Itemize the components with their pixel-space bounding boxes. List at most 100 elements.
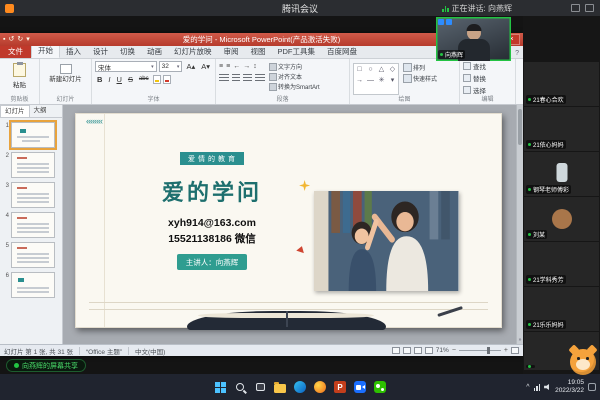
- notification-center-icon[interactable]: [588, 383, 596, 391]
- new-slide-icon[interactable]: [60, 64, 72, 74]
- scrollbar-thumb[interactable]: [518, 109, 522, 145]
- grow-font-icon[interactable]: A▴: [184, 61, 197, 72]
- participant-tile[interactable]: 钢琴老师傅彩: [524, 152, 599, 196]
- zoom-in-icon[interactable]: +: [504, 347, 508, 355]
- italic-button[interactable]: I: [106, 74, 112, 85]
- decrease-indent-icon[interactable]: ←: [233, 62, 240, 71]
- participant-tile[interactable]: 21春心合欢: [524, 62, 599, 106]
- normal-view-icon[interactable]: [392, 347, 400, 354]
- slide-photo[interactable]: [314, 191, 459, 291]
- slide-sorter-view-icon[interactable]: [403, 347, 411, 354]
- tab-animations[interactable]: 动画: [141, 46, 168, 58]
- fit-to-window-icon[interactable]: [511, 347, 519, 354]
- tab-slideshow[interactable]: 幻灯片放映: [168, 46, 218, 58]
- paste-label[interactable]: 粘贴: [13, 79, 26, 89]
- undo-icon[interactable]: ↺: [8, 33, 14, 46]
- more-shapes-icon[interactable]: ▾: [387, 75, 398, 86]
- increase-indent-icon[interactable]: →: [243, 62, 250, 71]
- rectangle-shape-icon[interactable]: □: [354, 64, 365, 75]
- ellipse-shape-icon[interactable]: ○: [365, 64, 376, 75]
- slide-thumbnail-1[interactable]: [11, 122, 55, 148]
- layout-switch-icon[interactable]: [571, 4, 580, 12]
- tab-design[interactable]: 设计: [87, 46, 114, 58]
- participant-tile[interactable]: 向燕辉: [436, 17, 511, 61]
- participant-tile[interactable]: 21依心妈妈: [524, 107, 599, 151]
- network-icon[interactable]: [534, 383, 541, 391]
- tab-view[interactable]: 视图: [245, 46, 272, 58]
- meeting-app-icon[interactable]: [353, 380, 367, 394]
- font-size-combo[interactable]: 32 ▾: [159, 61, 183, 72]
- numbering-icon[interactable]: ≡: [226, 62, 230, 71]
- align-left-icon[interactable]: [219, 74, 229, 81]
- speaker-icon[interactable]: [544, 384, 551, 390]
- diamond-shape-icon[interactable]: ◇: [387, 64, 398, 75]
- slide-tag[interactable]: 爱情的教育: [180, 152, 244, 165]
- slide-title[interactable]: 爱的学问: [110, 175, 314, 207]
- highlight-color-button[interactable]: [153, 75, 161, 84]
- clear-format-button[interactable]: abc: [137, 74, 151, 85]
- shrink-font-icon[interactable]: A▾: [199, 61, 212, 72]
- tray-expand-icon[interactable]: ^: [526, 384, 529, 391]
- file-explorer-icon[interactable]: [273, 380, 287, 394]
- underline-button[interactable]: U: [115, 74, 124, 85]
- search-button[interactable]: [233, 380, 247, 394]
- font-color-button[interactable]: [163, 75, 171, 84]
- speaker-name-pill[interactable]: 主讲人：向燕辉: [177, 254, 248, 270]
- zoom-out-icon[interactable]: −: [452, 347, 456, 355]
- align-right-icon[interactable]: [243, 74, 252, 81]
- tab-baidu-pan[interactable]: 百度网盘: [321, 46, 363, 58]
- qat-dropdown-icon[interactable]: ▾: [26, 33, 30, 46]
- slideshow-view-icon[interactable]: [425, 347, 433, 354]
- tab-review[interactable]: 审阅: [218, 46, 245, 58]
- tab-transitions[interactable]: 切换: [114, 46, 141, 58]
- line-shape-icon[interactable]: —: [365, 75, 376, 86]
- slide[interactable]: «««« 爱情的教育 爱的学问 xyh914@163.com 155211381…: [75, 113, 502, 328]
- shapes-gallery[interactable]: □ ○ △ ◇ → — ✳ ▾: [353, 63, 399, 95]
- clock[interactable]: 19:05 2022/3/22: [555, 379, 584, 395]
- slide-email[interactable]: xyh914@163.com: [110, 217, 314, 229]
- zoom-slider-knob[interactable]: [487, 347, 490, 354]
- fullscreen-icon[interactable]: [585, 4, 594, 12]
- tab-slides-pane[interactable]: 幻灯片: [0, 105, 30, 117]
- edge-browser-icon[interactable]: [293, 380, 307, 394]
- browser-icon[interactable]: [313, 380, 327, 394]
- font-name-combo[interactable]: 宋体 ▾: [95, 61, 157, 72]
- strikethrough-button[interactable]: S: [126, 74, 135, 85]
- task-view-button[interactable]: [253, 380, 267, 394]
- quick-styles-button[interactable]: 快速样式: [403, 74, 437, 83]
- replace-button[interactable]: 替换: [463, 73, 512, 83]
- justify-icon[interactable]: [255, 74, 265, 81]
- slide-thumbnail-3[interactable]: [11, 182, 55, 208]
- participant-tile[interactable]: 21学科秀芳: [524, 242, 599, 286]
- triangle-shape-icon[interactable]: △: [376, 64, 387, 75]
- save-icon[interactable]: ▪: [3, 33, 5, 46]
- tab-home[interactable]: 开始: [31, 44, 60, 58]
- tab-file[interactable]: 文件: [0, 46, 31, 58]
- new-slide-label[interactable]: 新建幻灯片: [49, 76, 82, 83]
- paste-icon[interactable]: [13, 63, 26, 77]
- powerpoint-app-icon[interactable]: P: [333, 380, 347, 394]
- tab-insert[interactable]: 插入: [60, 46, 87, 58]
- tab-outline-pane[interactable]: 大纲: [30, 105, 51, 117]
- text-direction-button[interactable]: 文字方向: [269, 62, 320, 71]
- bold-button[interactable]: B: [95, 74, 104, 85]
- slide-phone[interactable]: 15521138186 微信: [110, 231, 314, 246]
- align-text-button[interactable]: 对齐文本: [269, 72, 320, 81]
- help-icon[interactable]: ?: [515, 50, 519, 58]
- zoom-slider[interactable]: [459, 350, 501, 351]
- participant-tile[interactable]: 21乐乐妈妈: [524, 287, 599, 331]
- reading-view-icon[interactable]: [414, 347, 422, 354]
- redo-icon[interactable]: ↻: [17, 33, 23, 46]
- start-button[interactable]: [213, 380, 227, 394]
- zoom-level[interactable]: 71%: [436, 347, 449, 354]
- language-indicator[interactable]: 中文(中国): [135, 346, 165, 356]
- arrow-shape-icon[interactable]: →: [354, 75, 365, 86]
- star-shape-icon[interactable]: ✳: [376, 75, 387, 86]
- convert-smartart-button[interactable]: 转换为SmartArt: [269, 82, 320, 91]
- slide-thumbnail-5[interactable]: [11, 242, 55, 268]
- arrange-button[interactable]: 排列: [403, 63, 437, 72]
- bullets-icon[interactable]: ≡: [219, 62, 223, 71]
- align-center-icon[interactable]: [232, 74, 240, 81]
- find-button[interactable]: 查找: [463, 61, 512, 71]
- vertical-scrollbar[interactable]: »: [516, 105, 523, 344]
